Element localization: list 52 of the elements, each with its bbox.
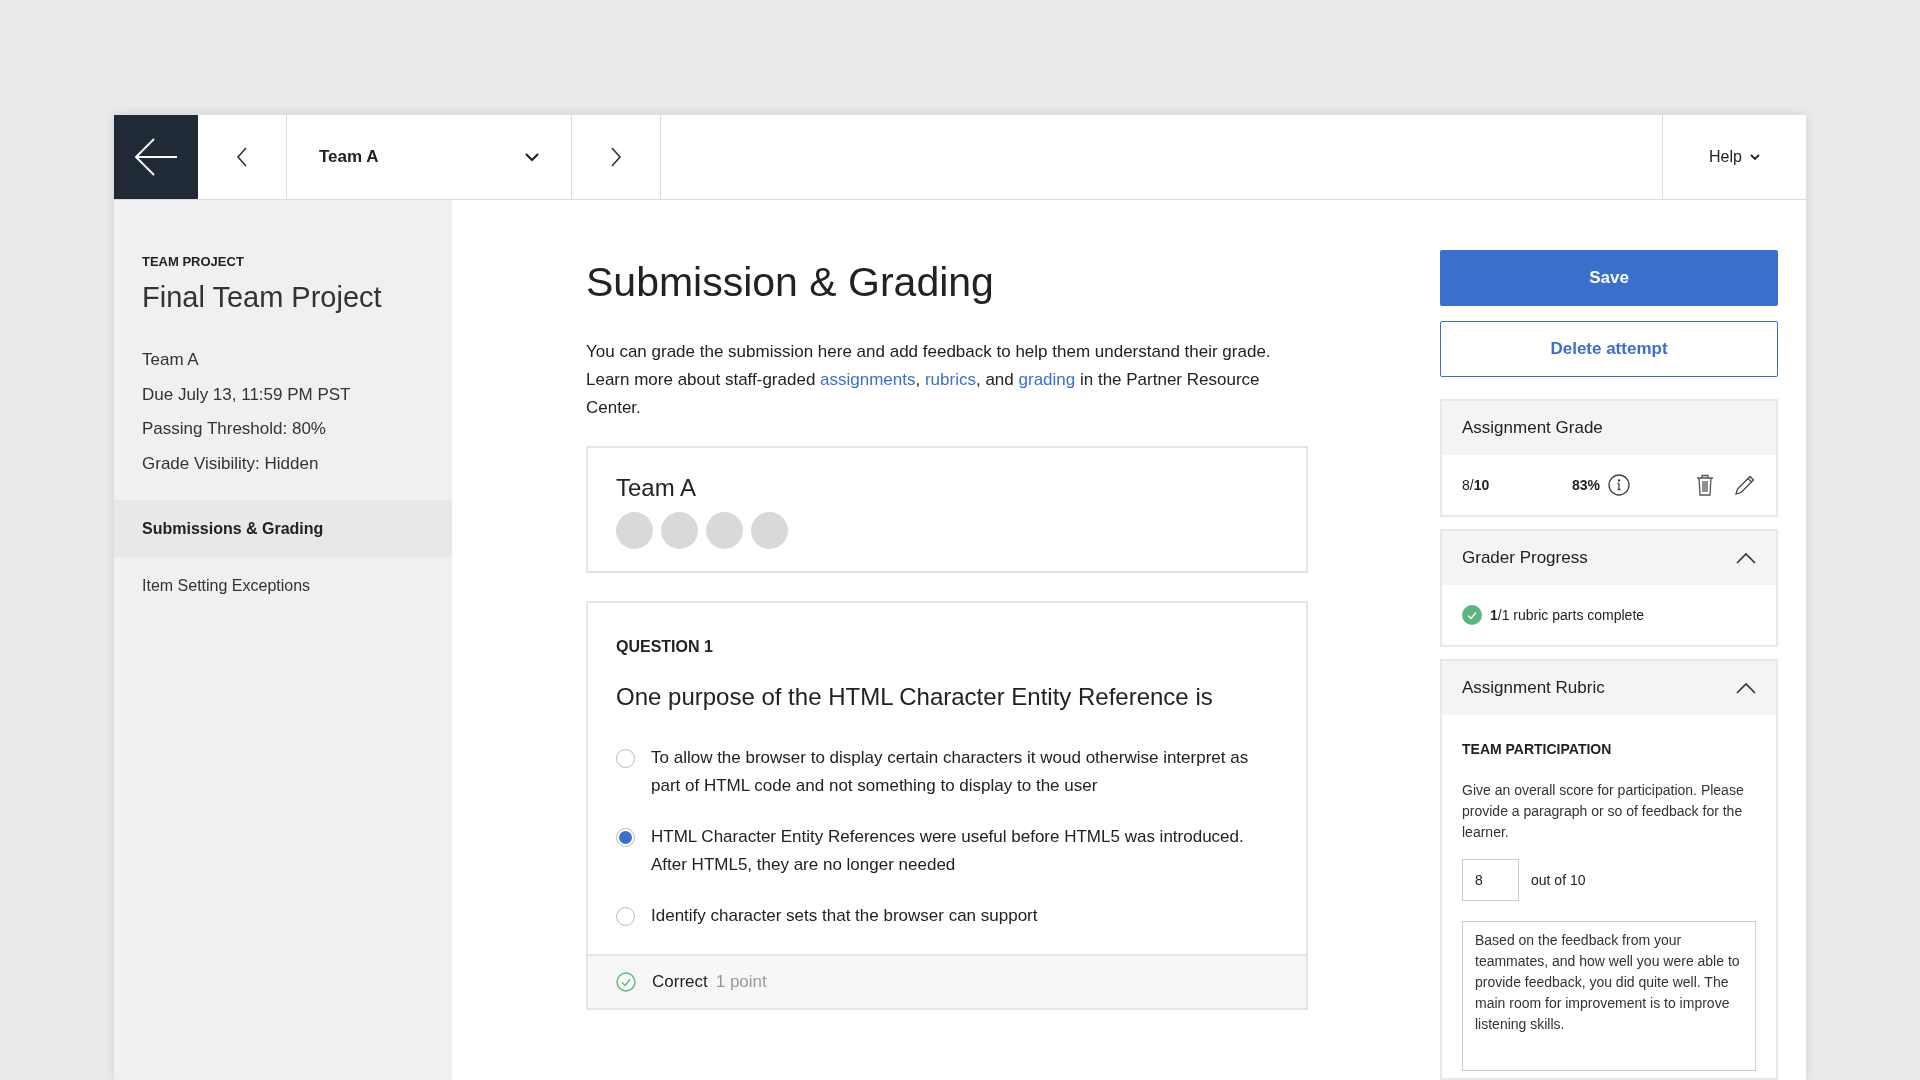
avatar-placeholder xyxy=(751,511,788,549)
result-points: 1 point xyxy=(715,970,767,993)
team-dropdown[interactable]: Team A xyxy=(287,115,572,199)
sidebar-item[interactable]: Submissions & Grading xyxy=(114,500,452,557)
score-max: out of 10 xyxy=(1531,870,1586,890)
panel-title: Assignment Rubric xyxy=(1462,677,1605,700)
panel-title: Grader Progress xyxy=(1462,547,1588,570)
score-input[interactable]: 8 xyxy=(1462,859,1519,901)
result-status: Correct xyxy=(652,970,708,993)
chevron-down-icon xyxy=(525,152,539,162)
delete-attempt-button[interactable]: Delete attempt xyxy=(1440,321,1778,377)
question-label: QUESTION 1 xyxy=(616,636,714,657)
back-arrow-icon xyxy=(133,137,179,177)
project-detail: Passing Threshold: 80% xyxy=(142,418,327,440)
link[interactable]: grading xyxy=(1018,369,1076,389)
project-detail: Team A xyxy=(142,349,200,371)
help-menu[interactable]: Help xyxy=(1709,145,1760,169)
intro-text: You can grade the submission here and add feedback to help them understand their grade. Learn more about staff-graded assignments, rubrics, and grading in the Partner Resource Center. xyxy=(586,340,1272,419)
sidebar-item[interactable]: Item Setting Exceptions xyxy=(114,557,452,614)
grade-score: 8/10 xyxy=(1462,475,1491,495)
chevron-left-icon xyxy=(236,147,248,167)
project-detail: Due July 13, 11:59 PM PST xyxy=(142,383,352,406)
avatar-placeholder xyxy=(616,511,653,549)
panel-title: Assignment Grade xyxy=(1462,417,1603,440)
grade-percent: 83% xyxy=(1572,475,1601,495)
link[interactable]: rubrics xyxy=(924,369,976,389)
pencil-icon[interactable] xyxy=(1734,474,1756,496)
chevron-up-icon[interactable] xyxy=(1736,682,1756,694)
info-icon[interactable] xyxy=(1608,474,1631,496)
team-name: Team A xyxy=(616,475,698,500)
option-text: To allow the browser to display certain characters it woud otherwise interpret as part of HTML code and not something to display to the user xyxy=(651,746,1250,797)
progress-status: 1/1 rubric parts complete xyxy=(1490,605,1645,625)
link[interactable]: assignments xyxy=(820,369,916,389)
option-text: Identify character sets that the browser can support xyxy=(651,904,1038,927)
trash-icon[interactable] xyxy=(1696,474,1714,496)
option-text: HTML Character Entity References were useful before HTML5 was introduced. After HTML5, they are no longer needed xyxy=(651,825,1245,876)
chevron-down-icon xyxy=(1749,153,1760,161)
criterion-description: Give an overall score for participation. Please provide a paragraph or so of feedback for the learner. xyxy=(1462,781,1745,842)
check-circle-icon xyxy=(1462,605,1482,625)
project-detail: Grade Visibility: Hidden xyxy=(142,452,320,475)
page-heading: Submission & Grading xyxy=(586,258,995,307)
avatar-placeholder xyxy=(706,511,743,549)
back-button[interactable] xyxy=(114,115,198,199)
project-title: Final Team Project xyxy=(142,279,383,315)
criterion-title: TEAM PARTICIPATION xyxy=(1462,740,1613,759)
chevron-right-icon xyxy=(610,147,622,167)
save-button[interactable]: Save xyxy=(1440,250,1778,306)
question-prompt: One purpose of the HTML Character Entity Reference is xyxy=(616,681,1214,712)
project-type: TEAM PROJECT xyxy=(142,253,245,271)
avatar-placeholder xyxy=(661,511,698,549)
chevron-up-icon[interactable] xyxy=(1736,552,1756,564)
feedback-field[interactable]: Based on the feedback from your teammates, and how well you were able to provide feedback, you did quite well. The main room for improvement is to improve listening skills. xyxy=(1462,921,1756,1071)
